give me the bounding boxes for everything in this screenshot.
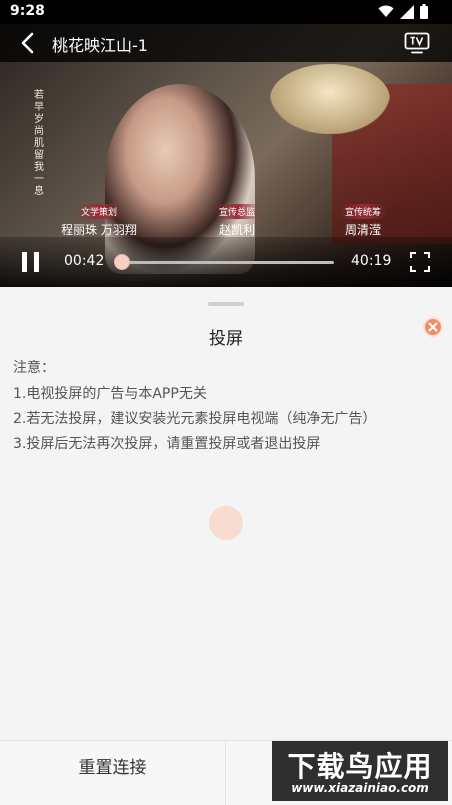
credit-role: 文学策划	[74, 204, 123, 219]
player-top-bar: 桃花映江山-1	[0, 24, 452, 62]
credit-3: 宣传统筹 周清滢	[308, 200, 418, 238]
wifi-icon	[378, 5, 394, 17]
watermark-text: 下载鸟应用	[287, 750, 433, 783]
credit-role: 宣传统筹	[338, 204, 387, 219]
notice-item: 3.投屏后无法再次投屏，请重置投屏或者退出投屏	[13, 436, 321, 452]
notice-heading: 注意：	[13, 360, 55, 376]
fullscreen-button[interactable]	[410, 252, 430, 272]
credit-role: 宣传总监	[212, 204, 261, 219]
sheet-title: 投屏	[209, 329, 243, 349]
back-button[interactable]	[16, 30, 40, 56]
close-button[interactable]	[423, 317, 443, 337]
video-player[interactable]: 若早岁尚肌留我一息 文学策划 程丽珠 万羽翔 宣传总监 赵凯利 宣传统筹 周清滢…	[0, 24, 452, 287]
sheet-drag-handle[interactable]	[208, 302, 244, 306]
close-icon	[428, 322, 438, 332]
signal-icon	[400, 4, 414, 19]
credit-1: 文学策划 程丽珠 万羽翔	[44, 200, 154, 238]
status-time: 9:28	[10, 3, 45, 19]
player-controls: 00:42 40:19	[0, 237, 452, 287]
credit-name: 程丽珠 万羽翔	[61, 223, 137, 237]
credit-2: 宣传总监 赵凯利	[182, 200, 292, 238]
cast-tv-button[interactable]	[404, 32, 430, 54]
credit-name: 周清滢	[344, 223, 381, 237]
tv-icon	[404, 32, 430, 54]
video-lantern	[270, 64, 390, 134]
watermark-url: www.xiazainiao.com	[291, 781, 429, 795]
fullscreen-icon	[410, 252, 430, 272]
pause-icon-bar-right	[34, 252, 39, 272]
bottom-divider	[225, 741, 226, 805]
current-time: 00:42	[64, 253, 105, 269]
status-bar: 9:28	[0, 0, 452, 24]
watermark-logo: 下载鸟应用 www.xiazainiao.com	[272, 741, 448, 801]
cast-sheet: 投屏 注意： 1.电视投屏的广告与本APP无关 2.若无法投屏，建议安装光元素投…	[0, 290, 452, 740]
video-poem-text: 若早岁尚肌留我一息	[34, 90, 44, 197]
video-title: 桃花映江山-1	[52, 36, 148, 55]
reset-connection-button[interactable]: 重置连接	[0, 741, 225, 805]
notice-item: 1.电视投屏的广告与本APP无关	[13, 386, 207, 402]
seek-bar[interactable]	[118, 261, 334, 264]
pause-icon-bar-left	[22, 252, 27, 272]
total-time: 40:19	[351, 253, 392, 269]
status-icons	[378, 4, 428, 19]
loading-spinner	[209, 506, 243, 540]
seek-thumb[interactable]	[113, 254, 130, 270]
pause-button[interactable]	[22, 252, 40, 272]
credit-name: 赵凯利	[218, 223, 255, 237]
battery-icon	[420, 4, 428, 19]
notice-item: 2.若无法投屏，建议安装光元素投屏电视端（纯净无广告）	[13, 411, 377, 427]
back-arrow-icon	[21, 32, 34, 54]
